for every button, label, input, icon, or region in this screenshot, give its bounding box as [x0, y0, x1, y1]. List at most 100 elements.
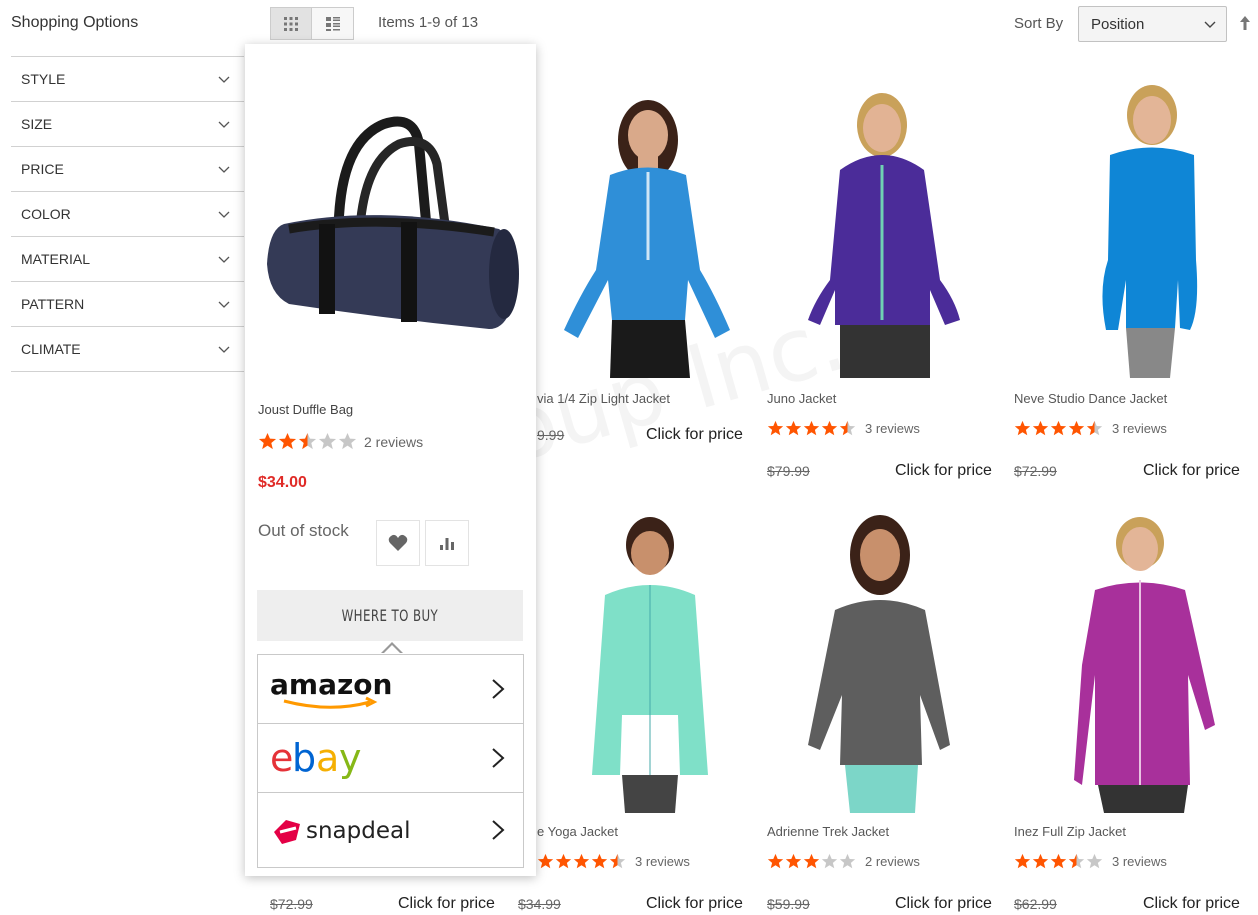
- store-list: amazon e b a y snapdeal: [257, 654, 524, 868]
- star-icon: [591, 853, 608, 869]
- list-view-button[interactable]: [312, 7, 354, 40]
- filter-label: PRICE: [21, 161, 64, 177]
- view-mode-switcher: [270, 7, 354, 40]
- chevron-right-icon: [492, 748, 505, 768]
- product-name[interactable]: e Yoga Jacket: [537, 824, 618, 839]
- add-to-wishlist-button[interactable]: [376, 520, 420, 566]
- star-icon: [1032, 853, 1049, 869]
- star-icon: [318, 432, 337, 450]
- product-rating: 3 reviews: [1014, 420, 1167, 437]
- caret-inner: [383, 645, 401, 654]
- product-rating: 2 reviews: [767, 853, 920, 870]
- chevron-down-icon: [218, 76, 230, 83]
- product-name[interactable]: Inez Full Zip Jacket: [1014, 824, 1126, 839]
- star-icon: [278, 432, 297, 450]
- chevron-down-icon: [218, 121, 230, 128]
- filter-size[interactable]: SIZE: [11, 102, 244, 147]
- product-image[interactable]: [790, 80, 1000, 378]
- filter-label: STYLE: [21, 71, 66, 87]
- chevron-down-icon: [218, 166, 230, 173]
- store-ebay[interactable]: e b a y: [258, 724, 523, 793]
- filter-label: CLIMATE: [21, 341, 81, 357]
- star-icon: [767, 853, 784, 869]
- svg-text:snapdeal: snapdeal: [306, 818, 411, 844]
- product-name[interactable]: Neve Studio Dance Jacket: [1014, 391, 1167, 406]
- star-icon: [298, 432, 317, 450]
- chevron-down-icon: [1204, 21, 1216, 28]
- click-for-price-link[interactable]: Click for price: [646, 895, 743, 913]
- filter-label: SIZE: [21, 116, 53, 132]
- reviews-link[interactable]: 3 reviews: [865, 421, 920, 436]
- click-for-price-link[interactable]: Click for price: [895, 462, 992, 480]
- rating-stars: [1014, 420, 1104, 437]
- old-price: $62.99: [1014, 896, 1057, 912]
- filter-climate[interactable]: CLIMATE: [11, 327, 244, 372]
- filter-list: STYLE SIZE PRICE COLOR MATERIAL PATTERN …: [11, 56, 244, 372]
- star-icon: [338, 432, 357, 450]
- filter-price[interactable]: PRICE: [11, 147, 244, 192]
- product-name[interactable]: Adrienne Trek Jacket: [767, 824, 889, 839]
- old-price: 9.99: [537, 427, 565, 443]
- product-image[interactable]: [1060, 515, 1240, 813]
- star-icon: [1050, 853, 1067, 869]
- product-image[interactable]: [540, 80, 760, 378]
- product-image[interactable]: [1040, 80, 1250, 378]
- product-rating: 3 reviews: [537, 853, 690, 870]
- product-price: $34.00: [258, 474, 307, 491]
- store-snapdeal[interactable]: snapdeal: [258, 793, 523, 867]
- filter-color[interactable]: COLOR: [11, 192, 244, 237]
- reviews-link[interactable]: 3 reviews: [1112, 421, 1167, 436]
- arrow-up-icon[interactable]: [1238, 14, 1252, 32]
- list-view-icon: [325, 16, 340, 31]
- product-name[interactable]: Joust Duffle Bag: [258, 402, 353, 417]
- click-for-price-link[interactable]: Click for price: [398, 895, 495, 913]
- filter-pattern[interactable]: PATTERN: [11, 282, 244, 327]
- store-amazon[interactable]: amazon: [258, 655, 523, 724]
- product-rating: 3 reviews: [1014, 853, 1167, 870]
- product-name[interactable]: Juno Jacket: [767, 391, 836, 406]
- product-image[interactable]: [259, 104, 519, 384]
- reviews-link[interactable]: 2 reviews: [865, 854, 920, 869]
- where-to-buy-label: WHERE TO BUY: [341, 606, 439, 625]
- click-for-price-link[interactable]: Click for price: [1143, 462, 1240, 480]
- old-price: $72.99: [1014, 463, 1057, 479]
- click-for-price-link[interactable]: Click for price: [646, 426, 743, 444]
- star-icon: [1086, 853, 1103, 869]
- click-for-price-link[interactable]: Click for price: [1143, 895, 1240, 913]
- star-icon: [1068, 420, 1085, 436]
- click-for-price-link[interactable]: Click for price: [895, 895, 992, 913]
- svg-text:a: a: [316, 736, 339, 780]
- grid-view-icon: [284, 16, 298, 31]
- add-to-compare-button[interactable]: [425, 520, 469, 566]
- ebay-logo: e b a y: [270, 736, 362, 780]
- sort-select[interactable]: Position: [1078, 6, 1227, 42]
- filter-label: PATTERN: [21, 296, 85, 312]
- items-count: Items 1-9 of 13: [378, 14, 479, 31]
- product-image[interactable]: [800, 515, 980, 813]
- star-icon: [573, 853, 590, 869]
- product-image[interactable]: [560, 515, 740, 813]
- chevron-down-icon: [218, 301, 230, 308]
- star-icon: [537, 853, 554, 869]
- star-icon: [555, 853, 572, 869]
- svg-text:e: e: [270, 736, 293, 780]
- reviews-link[interactable]: 2 reviews: [364, 434, 423, 450]
- rating-stars: [767, 420, 857, 437]
- product-hover-card: Joust Duffle Bag 2 reviews $34.00 Out of…: [245, 44, 536, 876]
- filter-material[interactable]: MATERIAL: [11, 237, 244, 282]
- star-icon: [803, 420, 820, 436]
- reviews-link[interactable]: 3 reviews: [1112, 854, 1167, 869]
- amazon-logo: amazon: [270, 668, 392, 709]
- reviews-link[interactable]: 3 reviews: [635, 854, 690, 869]
- grid-view-button[interactable]: [270, 7, 312, 40]
- filter-style[interactable]: STYLE: [11, 57, 244, 102]
- sort-by-label: Sort By: [1014, 15, 1064, 32]
- where-to-buy-button[interactable]: WHERE TO BUY: [257, 590, 523, 641]
- star-icon: [803, 853, 820, 869]
- old-price: $34.99: [518, 896, 561, 912]
- compare-icon: [440, 538, 454, 550]
- product-name[interactable]: via 1/4 Zip Light Jacket: [537, 391, 670, 406]
- rating-stars: [1014, 853, 1104, 870]
- chevron-right-icon: [492, 820, 505, 840]
- old-price: $59.99: [767, 896, 810, 912]
